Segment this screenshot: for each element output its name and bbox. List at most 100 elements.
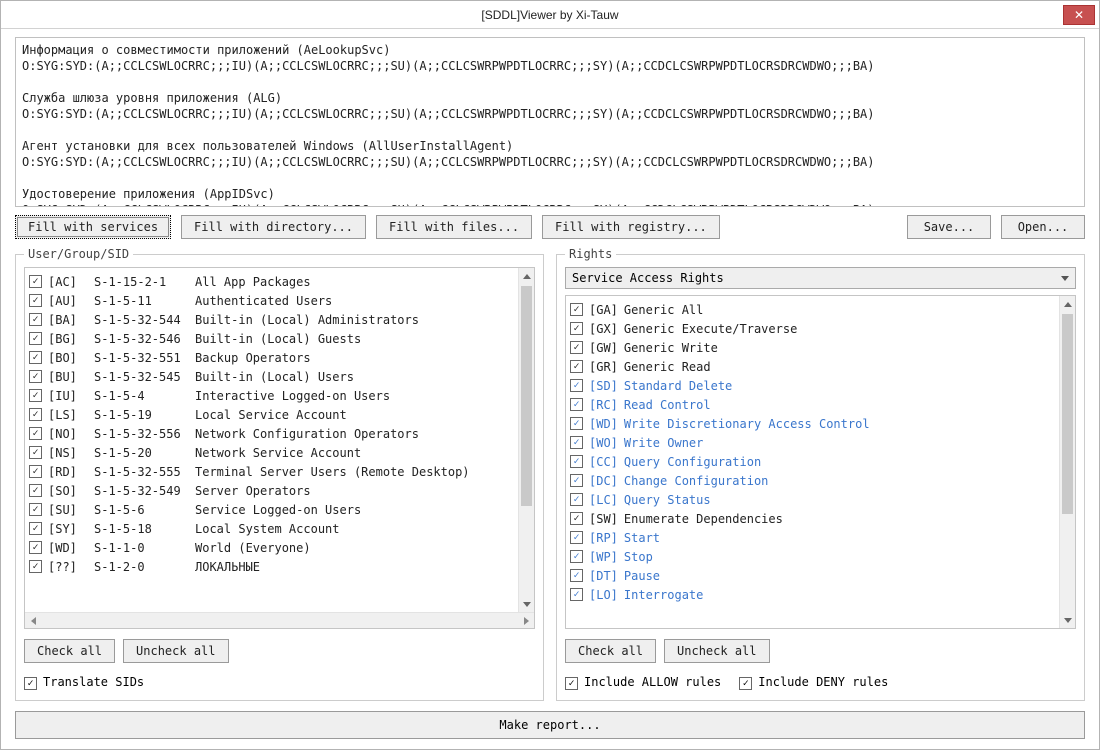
hscroll-right-icon[interactable] (518, 617, 534, 625)
checkbox[interactable]: ✓ (570, 341, 583, 354)
rights-listbox[interactable]: ✓[GA] Generic All✓[GX] Generic Execute/T… (565, 295, 1076, 629)
rights-type-dropdown[interactable]: Service Access Rights (565, 267, 1076, 289)
checkbox[interactable]: ✓ (29, 408, 42, 421)
rights-scrollbar[interactable] (1059, 296, 1075, 628)
list-item[interactable]: ✓[DC] Change Configuration (570, 471, 1055, 490)
list-item[interactable]: ✓[WD] Write Discretionary Access Control (570, 414, 1055, 433)
list-item[interactable]: ✓[SU]S-1-5-6Service Logged-on Users (29, 500, 514, 519)
left-check-all-button[interactable]: Check all (24, 639, 115, 663)
checkbox[interactable]: ✓ (29, 275, 42, 288)
checkbox[interactable]: ✓ (570, 322, 583, 335)
sid-hscroll[interactable] (25, 612, 534, 628)
checkbox[interactable]: ✓ (29, 313, 42, 326)
checkbox[interactable]: ✓ (570, 512, 583, 525)
checkbox[interactable]: ✓ (29, 332, 42, 345)
list-item[interactable]: ✓[WP] Stop (570, 547, 1055, 566)
checkbox[interactable]: ✓ (29, 541, 42, 554)
list-item[interactable]: ✓[NO]S-1-5-32-556Network Configuration O… (29, 424, 514, 443)
list-item[interactable]: ✓[CC] Query Configuration (570, 452, 1055, 471)
right-name: Write Discretionary Access Control (624, 417, 870, 431)
list-item[interactable]: ✓[WO] Write Owner (570, 433, 1055, 452)
checkbox[interactable]: ✓ (29, 370, 42, 383)
list-item[interactable]: ✓[BO]S-1-5-32-551Backup Operators (29, 348, 514, 367)
list-item[interactable]: ✓[AU]S-1-5-11Authenticated Users (29, 291, 514, 310)
checkbox[interactable]: ✓ (29, 389, 42, 402)
checkbox[interactable]: ✓ (570, 569, 583, 582)
checkbox[interactable]: ✓ (570, 493, 583, 506)
sid-name: Built-in (Local) Administrators (195, 313, 419, 327)
list-item[interactable]: ✓[SD] Standard Delete (570, 376, 1055, 395)
list-item[interactable]: ✓[RD]S-1-5-32-555Terminal Server Users (… (29, 462, 514, 481)
list-item[interactable]: ✓[??]S-1-2-0ЛОКАЛЬНЫЕ (29, 557, 514, 576)
checkbox[interactable]: ✓ (570, 588, 583, 601)
fill-registry-button[interactable]: Fill with registry... (542, 215, 720, 239)
list-item[interactable]: ✓[DT] Pause (570, 566, 1055, 585)
list-item[interactable]: ✓[BA]S-1-5-32-544Built-in (Local) Admini… (29, 310, 514, 329)
translate-sids-checkbox[interactable]: ✓Translate SIDs (24, 675, 144, 690)
fill-directory-button[interactable]: Fill with directory... (181, 215, 366, 239)
list-item[interactable]: ✓[LS]S-1-5-19Local Service Account (29, 405, 514, 424)
scroll-thumb[interactable] (521, 286, 532, 506)
scroll-up-icon[interactable] (519, 268, 534, 284)
checkbox[interactable]: ✓ (570, 417, 583, 430)
checkbox[interactable]: ✓ (29, 484, 42, 497)
sid-scrollbar[interactable] (518, 268, 534, 612)
fill-files-button[interactable]: Fill with files... (376, 215, 532, 239)
checkbox[interactable]: ✓ (570, 303, 583, 316)
checkbox[interactable]: ✓ (570, 436, 583, 449)
checkbox[interactable]: ✓ (570, 474, 583, 487)
list-item[interactable]: ✓[RP] Start (570, 528, 1055, 547)
checkbox[interactable]: ✓ (570, 360, 583, 373)
right-code: [SW] (589, 512, 618, 526)
list-item[interactable]: ✓[IU]S-1-5-4Interactive Logged-on Users (29, 386, 514, 405)
checkbox[interactable]: ✓ (570, 550, 583, 563)
right-code: [DT] (589, 569, 618, 583)
list-item[interactable]: ✓[GW] Generic Write (570, 338, 1055, 357)
list-item[interactable]: ✓[GA] Generic All (570, 300, 1055, 319)
checkbox[interactable]: ✓ (29, 427, 42, 440)
checkbox[interactable]: ✓ (29, 465, 42, 478)
checkbox[interactable]: ✓ (29, 503, 42, 516)
list-item[interactable]: ✓[WD]S-1-1-0World (Everyone) (29, 538, 514, 557)
list-item[interactable]: ✓[SY]S-1-5-18Local System Account (29, 519, 514, 538)
scroll-down-icon[interactable] (1060, 612, 1075, 628)
include-allow-checkbox[interactable]: ✓Include ALLOW rules (565, 675, 721, 690)
right-uncheck-all-button[interactable]: Uncheck all (664, 639, 769, 663)
make-report-button[interactable]: Make report... (15, 711, 1085, 739)
list-item[interactable]: ✓[NS]S-1-5-20Network Service Account (29, 443, 514, 462)
save-button[interactable]: Save... (907, 215, 991, 239)
fill-services-button[interactable]: Fill with services (15, 215, 171, 239)
list-item[interactable]: ✓[BG]S-1-5-32-546Built-in (Local) Guests (29, 329, 514, 348)
content-area: Информация о совместимости приложений (A… (1, 29, 1099, 749)
list-item[interactable]: ✓[BU]S-1-5-32-545Built-in (Local) Users (29, 367, 514, 386)
sid-listbox[interactable]: ✓[AC]S-1-15-2-1All App Packages✓[AU]S-1-… (25, 268, 534, 612)
open-button[interactable]: Open... (1001, 215, 1085, 239)
list-item[interactable]: ✓[AC]S-1-15-2-1All App Packages (29, 272, 514, 291)
list-item[interactable]: ✓[LO] Interrogate (570, 585, 1055, 604)
scroll-up-icon[interactable] (1060, 296, 1075, 312)
close-button[interactable]: ✕ (1063, 5, 1095, 25)
scroll-thumb[interactable] (1062, 314, 1073, 514)
sid-name: Local System Account (195, 522, 340, 536)
checkbox[interactable]: ✓ (570, 531, 583, 544)
checkbox[interactable]: ✓ (29, 351, 42, 364)
left-uncheck-all-button[interactable]: Uncheck all (123, 639, 228, 663)
list-item[interactable]: ✓[RC] Read Control (570, 395, 1055, 414)
list-item[interactable]: ✓[LC] Query Status (570, 490, 1055, 509)
checkbox[interactable]: ✓ (570, 398, 583, 411)
list-item[interactable]: ✓[SO]S-1-5-32-549Server Operators (29, 481, 514, 500)
checkbox[interactable]: ✓ (570, 379, 583, 392)
checkbox[interactable]: ✓ (29, 522, 42, 535)
list-item[interactable]: ✓[GR] Generic Read (570, 357, 1055, 376)
list-item[interactable]: ✓[GX] Generic Execute/Traverse (570, 319, 1055, 338)
hscroll-left-icon[interactable] (25, 617, 41, 625)
right-check-all-button[interactable]: Check all (565, 639, 656, 663)
sddl-textarea[interactable]: Информация о совместимости приложений (A… (15, 37, 1085, 207)
include-deny-checkbox[interactable]: ✓Include DENY rules (739, 675, 888, 690)
checkbox[interactable]: ✓ (29, 446, 42, 459)
checkbox[interactable]: ✓ (29, 560, 42, 573)
checkbox[interactable]: ✓ (570, 455, 583, 468)
list-item[interactable]: ✓[SW] Enumerate Dependencies (570, 509, 1055, 528)
checkbox[interactable]: ✓ (29, 294, 42, 307)
scroll-down-icon[interactable] (519, 596, 534, 612)
